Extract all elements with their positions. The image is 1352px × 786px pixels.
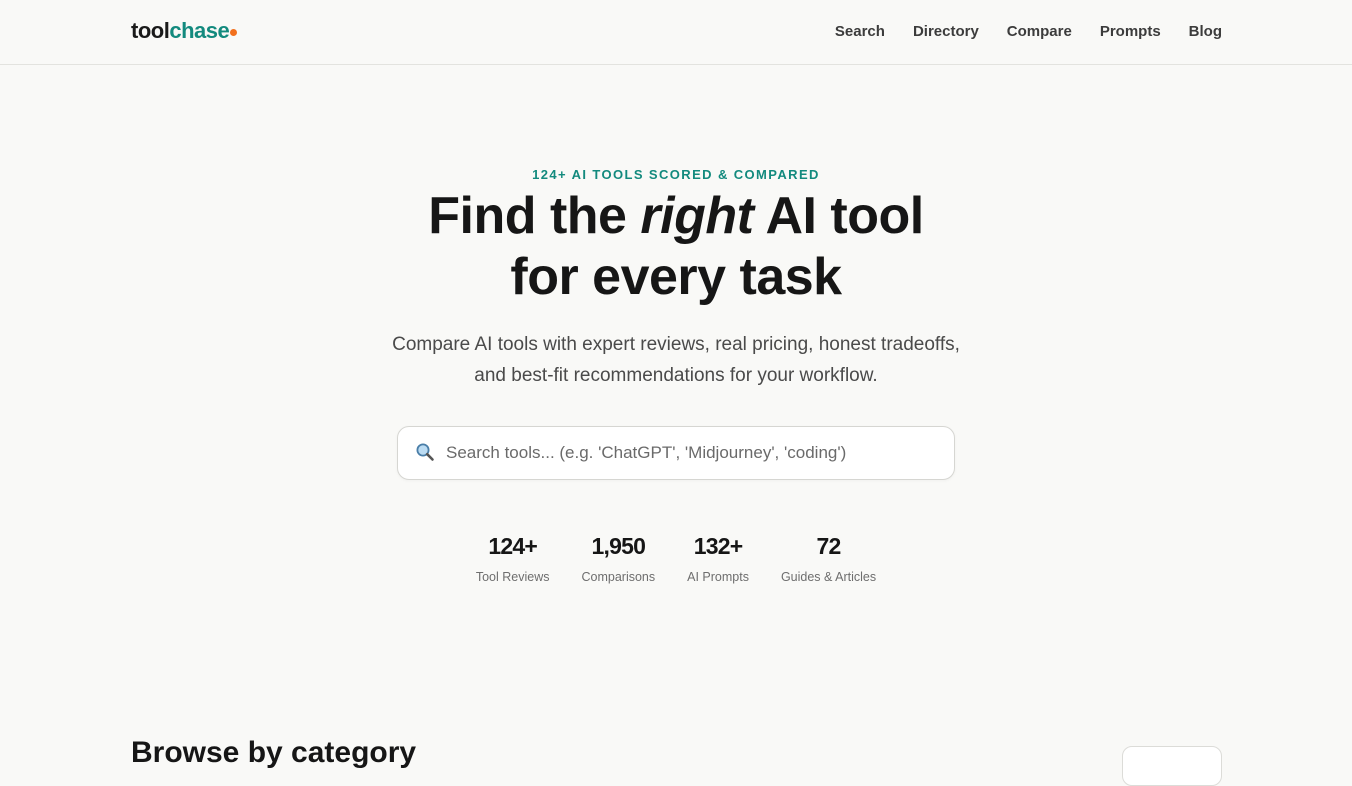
hero-title: Find the right AI tool for every task [0,186,1352,308]
hero-title-after: AI tool [753,187,924,245]
browse-category-heading: Browse by category [131,736,417,769]
logo-text-tool: tool [131,18,170,43]
search-input[interactable] [446,427,941,479]
nav-directory[interactable]: Directory [913,23,979,40]
stat-value: 72 [816,533,842,559]
stat-value: 1,950 [591,533,646,559]
toolchase-logo[interactable]: toolchase [131,18,238,44]
hero-description-line1: Compare AI tools with expert reviews, re… [392,334,960,355]
hero-eyebrow: 124+ AI TOOLS SCORED & COMPARED [532,167,820,182]
hero-description: Compare AI tools with expert reviews, re… [0,329,1352,391]
stat-value: 124+ [488,533,537,559]
hero-title-line2: for every task [510,248,842,306]
stats-row: 124+ Tool Reviews 1,950 Comparisons 132+… [0,532,1352,584]
logo-dot [230,29,238,36]
logo-text-chase: chase [169,18,230,43]
nav-blog[interactable]: Blog [1189,23,1222,40]
browse-all-button[interactable] [1122,746,1222,786]
site-header: toolchase Search Directory Compare Promp… [0,0,1352,65]
stat-ai-prompts: 132+ AI Prompts [687,532,749,584]
stat-comparisons: 1,950 Comparisons [581,532,655,584]
nav-compare[interactable]: Compare [1007,23,1072,40]
stat-label: Tool Reviews [475,570,550,584]
nav-prompts[interactable]: Prompts [1100,23,1161,40]
nav-search[interactable]: Search [835,23,885,40]
hero-title-before: Find the [428,187,641,245]
stat-label: AI Prompts [687,570,749,584]
stat-label: Guides & Articles [780,570,877,584]
hero-title-emphasis: right [640,187,754,245]
stat-guides-articles: 72 Guides & Articles [781,532,876,584]
stat-label: Comparisons [581,570,656,584]
stat-tool-reviews: 124+ Tool Reviews [476,532,550,584]
search-icon [416,443,434,461]
search-box[interactable] [397,426,955,480]
stat-value: 132+ [693,533,743,559]
main-nav: Search Directory Compare Prompts Blog [835,23,1222,40]
hero-description-line2: and best-fit recommendations for your wo… [474,365,878,386]
